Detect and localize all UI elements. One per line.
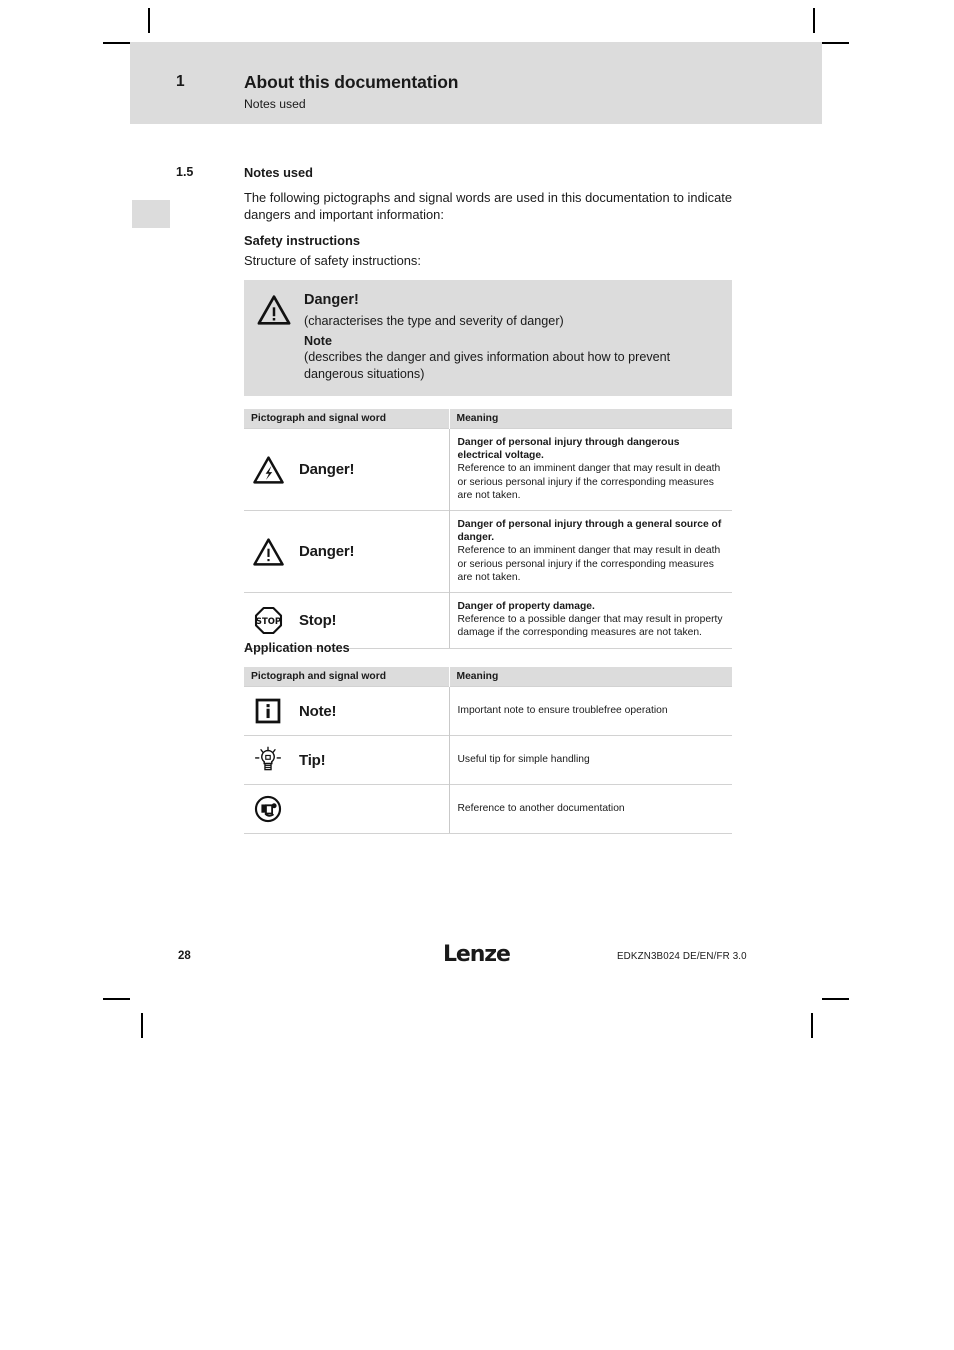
danger-callout: Danger! (characterises the type and seve… [244, 280, 732, 397]
meaning-body-text: Important note to ensure troublefree ope… [457, 704, 668, 716]
pictograph-cell: Danger! [244, 427, 449, 511]
section-intro-paragraph: The following pictographs and signal wor… [244, 190, 732, 222]
header-chapter-title: About this documentation [244, 72, 459, 92]
warning-triangle-icon [251, 536, 285, 568]
crop-mark-bottom-right-horizontal [822, 998, 849, 1000]
meaning-body-text: Useful tip for simple handling [457, 753, 590, 765]
document-page: 1 About this documentation Notes used 1.… [0, 0, 954, 1350]
safety-pictograph-table: Pictograph and signal word Meaning Dange… [244, 409, 732, 649]
header-subtitle: Notes used [244, 97, 306, 111]
pictograph-cell: Danger! [244, 510, 449, 593]
electrical-hazard-triangle-icon [251, 454, 285, 486]
application-notes-table: Pictograph and signal word Meaning Note!… [244, 667, 732, 834]
safety-instructions-heading: Safety instructions [244, 233, 361, 248]
lenze-logo: Lenze [443, 942, 511, 967]
pictograph-cell: STOP Stop! [244, 592, 449, 649]
meaning-cell: Danger of personal injury through a gene… [448, 510, 732, 593]
crop-mark-bottom-right-vertical [811, 1013, 813, 1038]
crop-mark-top-right-vertical [813, 8, 815, 33]
meaning-cell: Danger of personal injury through danger… [448, 427, 732, 511]
meaning-body-text: Reference to an imminent danger that may… [457, 545, 721, 583]
signal-word: Note! [299, 702, 337, 720]
svg-text:STOP: STOP [255, 616, 280, 626]
table-row: STOP Stop! Danger of property damage. Re… [244, 592, 732, 649]
table-header-row: Pictograph and signal word Meaning [244, 667, 732, 687]
meaning-bold-text: Danger of personal injury through a gene… [457, 519, 722, 544]
column-header-meaning: Meaning [448, 409, 732, 429]
lightbulb-tip-icon [251, 744, 285, 776]
table-row: Note! Important note to ensure troublefr… [244, 686, 732, 736]
margin-marker-box [132, 200, 170, 228]
callout-line-1: (characterises the type and severity of … [304, 314, 564, 328]
crop-mark-top-right-horizontal [822, 42, 849, 44]
column-header-pictograph: Pictograph and signal word [244, 667, 449, 687]
crop-mark-top-left-horizontal [103, 42, 130, 44]
structure-line: Structure of safety instructions: [244, 253, 421, 268]
section-title: Notes used [244, 165, 313, 180]
callout-line-2: (describes the danger and gives informat… [304, 350, 671, 381]
page-number: 28 [178, 950, 191, 962]
info-square-icon [251, 695, 285, 727]
section-number: 1.5 [176, 165, 194, 179]
stop-octagon-icon: STOP [251, 604, 285, 636]
signal-word: Danger! [299, 461, 355, 478]
table-row: Danger! Danger of personal injury throug… [244, 427, 732, 511]
meaning-cell: Danger of property damage. Reference to … [448, 592, 732, 649]
callout-note-label: Note [304, 334, 332, 349]
document-id: EDKZN3B024 DE/EN/FR 3.0 [617, 951, 747, 962]
header-chapter-number: 1 [176, 73, 185, 90]
crop-mark-top-left-vertical [148, 8, 150, 33]
table-header-row: Pictograph and signal word Meaning [244, 409, 732, 429]
meaning-bold-text: Danger of personal injury through danger… [457, 437, 680, 462]
signal-word: Danger! [299, 543, 355, 561]
running-header-band [130, 42, 822, 124]
callout-title: Danger! [304, 292, 359, 308]
meaning-body-text: Reference to an imminent danger that may… [457, 463, 721, 501]
warning-triangle-icon [256, 294, 292, 326]
pictograph-cell: Note! [244, 686, 449, 736]
meaning-bold-text: Danger of property damage. [457, 601, 595, 613]
signal-word: Stop! [299, 611, 337, 629]
meaning-body-text: Reference to another documentation [457, 802, 625, 814]
pictograph-cell [244, 784, 449, 834]
application-notes-heading: Application notes [244, 641, 350, 655]
meaning-body-text: Reference to a possible danger that may … [457, 614, 723, 639]
column-header-meaning: Meaning [448, 667, 732, 687]
table-row: Danger! Danger of personal injury throug… [244, 510, 732, 593]
table-row: Tip! Useful tip for simple handling [244, 735, 732, 785]
pictograph-cell: Tip! [244, 735, 449, 785]
meaning-cell: Useful tip for simple handling [448, 735, 732, 785]
column-header-pictograph: Pictograph and signal word [244, 409, 449, 429]
crop-mark-bottom-left-horizontal [103, 998, 130, 1000]
signal-word: Tip! [299, 751, 326, 769]
meaning-cell: Important note to ensure troublefree ope… [448, 686, 732, 736]
documentation-reference-icon [251, 793, 285, 825]
crop-mark-bottom-left-vertical [141, 1013, 143, 1038]
meaning-cell: Reference to another documentation [448, 784, 732, 834]
table-row: Reference to another documentation [244, 784, 732, 834]
